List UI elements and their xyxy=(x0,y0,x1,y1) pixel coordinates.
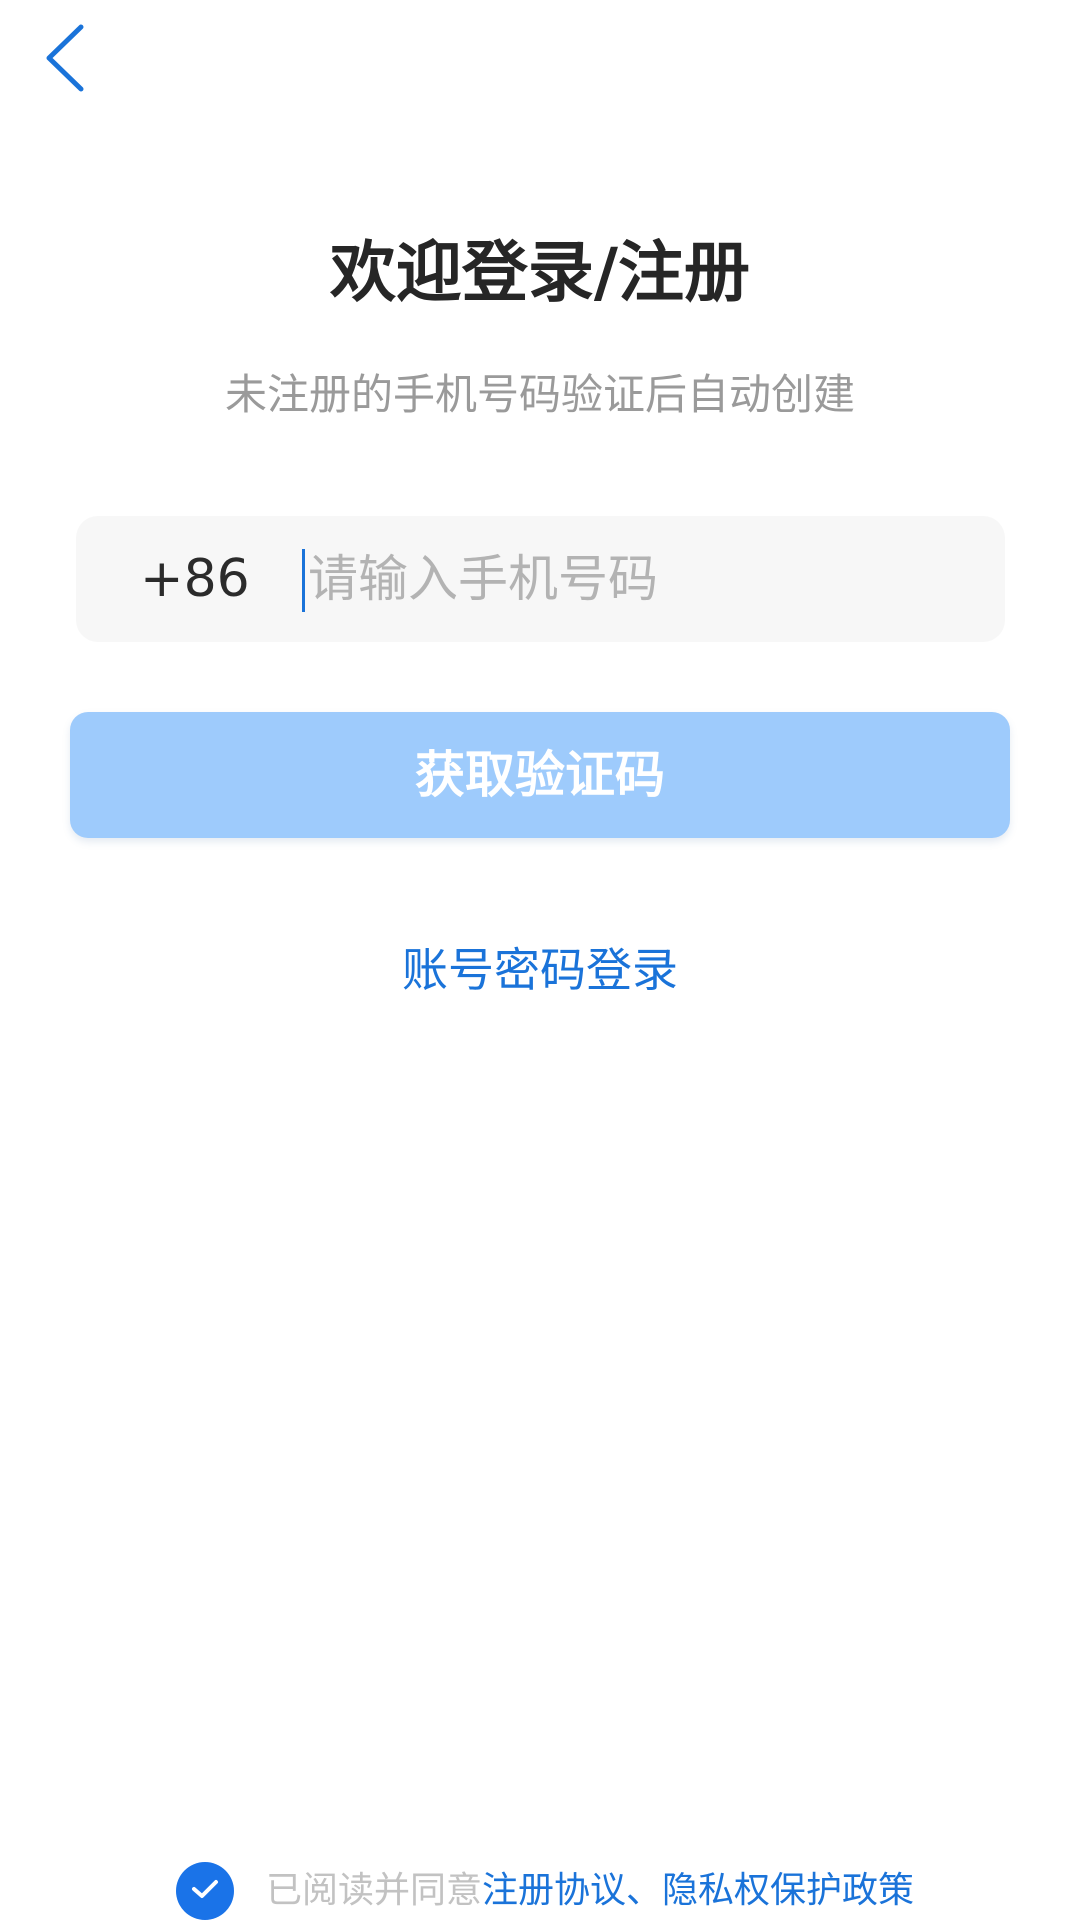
agreement-separator: 、 xyxy=(626,1870,663,1911)
agreement-row: 已阅读并同意 注册协议 、 隐私权保护政策 xyxy=(176,1862,914,1920)
get-verification-code-button[interactable]: 获取验证码 xyxy=(70,712,1010,838)
chevron-left-icon xyxy=(43,23,87,97)
check-icon xyxy=(190,1877,220,1905)
terms-link[interactable]: 注册协议 xyxy=(482,1862,626,1920)
password-login-link[interactable]: 账号密码登录 xyxy=(402,943,678,997)
password-login-row: 账号密码登录 xyxy=(0,940,1080,1000)
country-code-selector[interactable]: +86 xyxy=(140,516,250,642)
page-subtitle: 未注册的手机号码验证后自动创建 xyxy=(224,370,855,419)
text-cursor xyxy=(302,549,305,612)
agreement-checkbox[interactable] xyxy=(176,1862,234,1920)
phone-number-input[interactable] xyxy=(306,516,968,642)
privacy-policy-link[interactable]: 隐私权保护政策 xyxy=(662,1862,914,1920)
login-screen: 欢迎登录/注册 未注册的手机号码验证后自动创建 +86 获取验证码 账号密码登录… xyxy=(0,0,1080,1920)
page-title: 欢迎登录/注册 xyxy=(329,234,751,311)
agreement-prefix: 已阅读并同意 xyxy=(266,1870,483,1911)
back-button[interactable] xyxy=(30,20,100,100)
phone-input-group: +86 xyxy=(76,516,1005,642)
